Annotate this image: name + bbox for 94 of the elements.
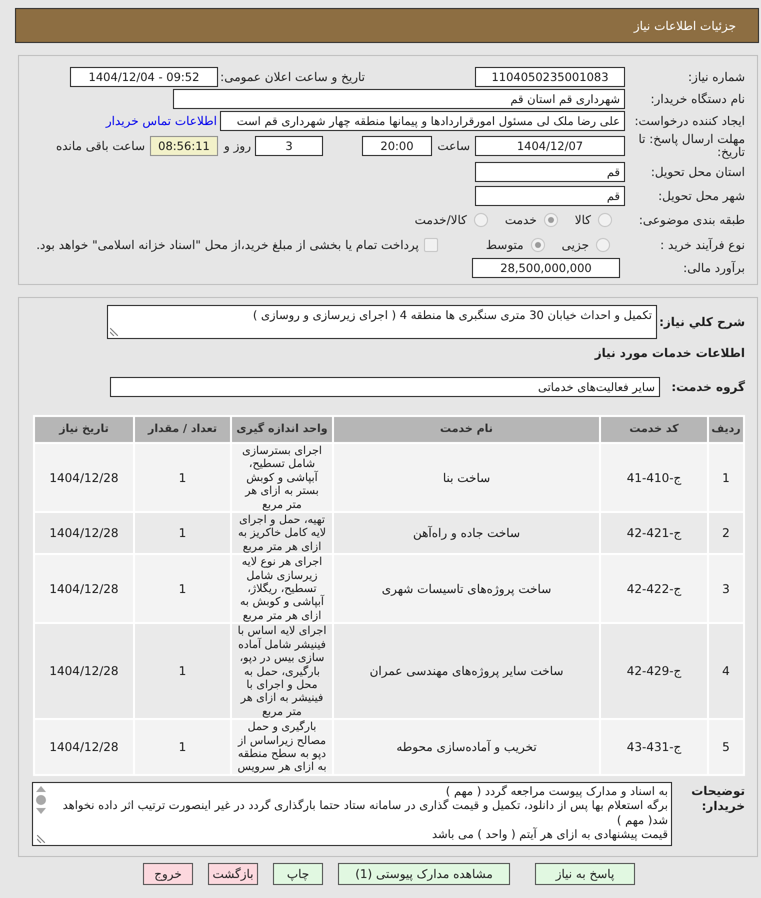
resize-grip-icon[interactable] — [36, 834, 44, 843]
service-code-cell: ج-422-42 — [601, 555, 707, 622]
field-label: شماره نیاز: — [687, 69, 745, 86]
quantity-cell: 1 — [135, 624, 230, 718]
delivery-province-field[interactable]: قم — [475, 162, 625, 182]
checkbox[interactable] — [424, 238, 438, 252]
date-cell: 1404/12/28 — [35, 555, 133, 622]
field-label: برآورد مالی: — [682, 260, 745, 277]
scroll-up-icon[interactable] — [36, 786, 46, 792]
option-label[interactable]: متوسط — [486, 236, 524, 254]
service-name-cell: تخریب و آماده‌سازی محوطه — [334, 720, 599, 774]
column-header: نام خدمت — [334, 417, 599, 442]
field-label: گروه خدمت: — [670, 379, 745, 396]
checkbox-label[interactable]: پرداخت تمام یا بخشی از مبلغ خرید،از محل "اسناد خزانه اسلامی" خواهد بود. — [36, 236, 419, 254]
service-name-cell: ساخت جاده و راه‌آهن — [334, 513, 599, 554]
service-name-cell: ساخت پروژه‌های تاسیسات شهری — [334, 555, 599, 622]
field-label: شهر محل تحویل: — [657, 188, 745, 205]
quantity-cell: 1 — [135, 513, 230, 554]
quantity-cell: 1 — [135, 720, 230, 774]
radio-button[interactable] — [474, 213, 488, 227]
need-number-field[interactable]: 1104050235001083 — [475, 67, 625, 87]
column-header: تاریخ نیاز — [35, 417, 133, 442]
field-label: طبقه بندی موضوعی: — [638, 212, 745, 229]
service-code-cell: ج-431-43 — [601, 720, 707, 774]
quantity-cell: 1 — [135, 555, 230, 622]
column-header: تعداد / مقدار — [135, 417, 230, 442]
column-header: کد خدمت — [601, 417, 707, 442]
section-heading: اطلاعات خدمات مورد نیاز — [594, 346, 745, 361]
action-button[interactable]: پاسخ به نیاز — [535, 862, 635, 885]
service-name-cell: ساخت بنا — [334, 444, 599, 512]
action-button[interactable]: چاپ — [273, 862, 323, 885]
summary-textarea[interactable]: تکمیل و احداث خیابان 30 متری سنگبری ها منطقه 4 ( اجرای زیرسازی و روسازی ) — [107, 305, 657, 339]
field-label: ساعت — [436, 138, 470, 155]
date-cell: 1404/12/28 — [35, 513, 133, 554]
requester-field[interactable]: علی رضا ملک لی مسئول امورقراردادها و پیمانها منطقه چهار شهرداری قم است — [220, 111, 625, 131]
date-cell: 1404/12/28 — [35, 444, 133, 512]
note-line: قیمت پیشنهادی به ازای هر آیتم ( واحد ) می باشد — [430, 827, 668, 842]
field-label: روز و — [222, 138, 251, 155]
action-button[interactable]: بازگشت — [208, 862, 258, 885]
date-cell: 1404/12/28 — [35, 720, 133, 774]
quantity-cell: 1 — [135, 444, 230, 512]
column-header: ردیف — [709, 417, 743, 442]
scroll-thumb-icon[interactable] — [36, 794, 46, 805]
field-label: تاریخ و ساعت اعلان عمومی: — [219, 69, 365, 86]
option-label[interactable]: کالا — [574, 211, 591, 229]
days-field[interactable]: 3 — [255, 136, 323, 156]
announce-date-field[interactable]: 1404/12/04 - 09:52 — [70, 67, 218, 87]
row-number-cell: 5 — [709, 720, 743, 774]
field-label: مهلت ارسال پاسخ: تا تاریخ: — [637, 133, 745, 159]
note-line: برگه استعلام بها پس از دانلود، تکمیل و قیمت گذاری در سامانه ستاد حتما بارگذاری گردد در غیر اینصورت ترتیب اثر داده نخواهد شد( مهم ) — [62, 798, 668, 827]
row-number-cell: 1 — [709, 444, 743, 512]
notes-textarea[interactable] — [32, 782, 672, 846]
unit-cell: تهیه، حمل و اجرای لایه کامل خاکریز به ازای هر متر مربع — [232, 513, 332, 554]
deadline-time-field[interactable]: 20:00 — [362, 136, 432, 156]
field-label: نوع فرآیند خرید : — [659, 237, 745, 254]
scroll-down-icon[interactable] — [36, 808, 46, 814]
row-number-cell: 4 — [709, 624, 743, 718]
deadline-date-field[interactable]: 1404/12/07 — [475, 136, 625, 156]
column-header: واحد اندازه گیری — [232, 417, 332, 442]
service-code-cell: ج-421-42 — [601, 513, 707, 554]
service-group-field[interactable]: سایر فعالیت‌های خدماتی — [110, 377, 660, 397]
option-label[interactable]: کالا/خدمت — [414, 211, 467, 229]
field-label: ساعت باقی مانده — [56, 138, 145, 155]
radio-button[interactable] — [544, 213, 558, 227]
note-line: به اسناد و مدارک پیوست مراجعه گردد ( مهم ) — [444, 784, 668, 798]
unit-cell: اجرای هر نوع لایه زیرسازی شامل تسطیح، ریگلاژ، آبپاشی و کوبش به ازای هر متر مربع — [232, 555, 332, 622]
contact-link[interactable]: اطلاعات تماس خریدار — [106, 112, 217, 130]
field-label: استان محل تحویل: — [650, 164, 745, 181]
radio-button[interactable] — [596, 238, 610, 252]
budget-field[interactable]: 28,500,000,000 — [472, 258, 620, 278]
buyer-org-field[interactable]: شهرداری قم استان قم — [173, 89, 625, 109]
service-code-cell: ج-410-41 — [601, 444, 707, 512]
unit-cell: بارگیری و حمل مصالح زیراساس از دپو به سطح منطقه به ازای هر سرویس — [232, 720, 332, 774]
radio-button[interactable] — [598, 213, 612, 227]
field-label: توضیحات خریدار: — [690, 784, 745, 814]
row-number-cell: 3 — [709, 555, 743, 622]
remaining-time-field[interactable]: 08:56:11 — [150, 136, 218, 156]
service-name-cell: ساخت سایر پروژه‌های مهندسی عمران — [334, 624, 599, 718]
option-label[interactable]: خدمت — [504, 211, 537, 229]
unit-cell: اجرای بسترسازی شامل تسطیح، آبپاشی و کوبش بستر به ازای هر متر مربع — [232, 444, 332, 512]
resize-grip-icon[interactable] — [110, 328, 118, 336]
unit-cell: اجرای لایه اساس با فینیشر شامل آماده سازی بیس در دپو، بارگیری، حمل به محل و اجرای با فینیشر به ازای هر متر مربع — [232, 624, 332, 718]
action-button[interactable]: خروج — [143, 862, 193, 885]
action-button[interactable]: مشاهده مدارک پیوستی (1) — [338, 862, 510, 885]
page-title: جزئیات اطلاعات نیاز — [634, 18, 736, 34]
field-label: ایجاد کننده درخواست: — [633, 113, 745, 130]
row-number-cell: 2 — [709, 513, 743, 554]
date-cell: 1404/12/28 — [35, 624, 133, 718]
delivery-city-field[interactable]: قم — [475, 186, 625, 206]
service-code-cell: ج-429-42 — [601, 624, 707, 718]
radio-button[interactable] — [530, 238, 545, 252]
field-label: نام دستگاه خریدار: — [650, 91, 745, 108]
field-label: شرح کلي نیاز: — [658, 314, 745, 331]
option-label[interactable]: جزیی — [562, 236, 589, 254]
